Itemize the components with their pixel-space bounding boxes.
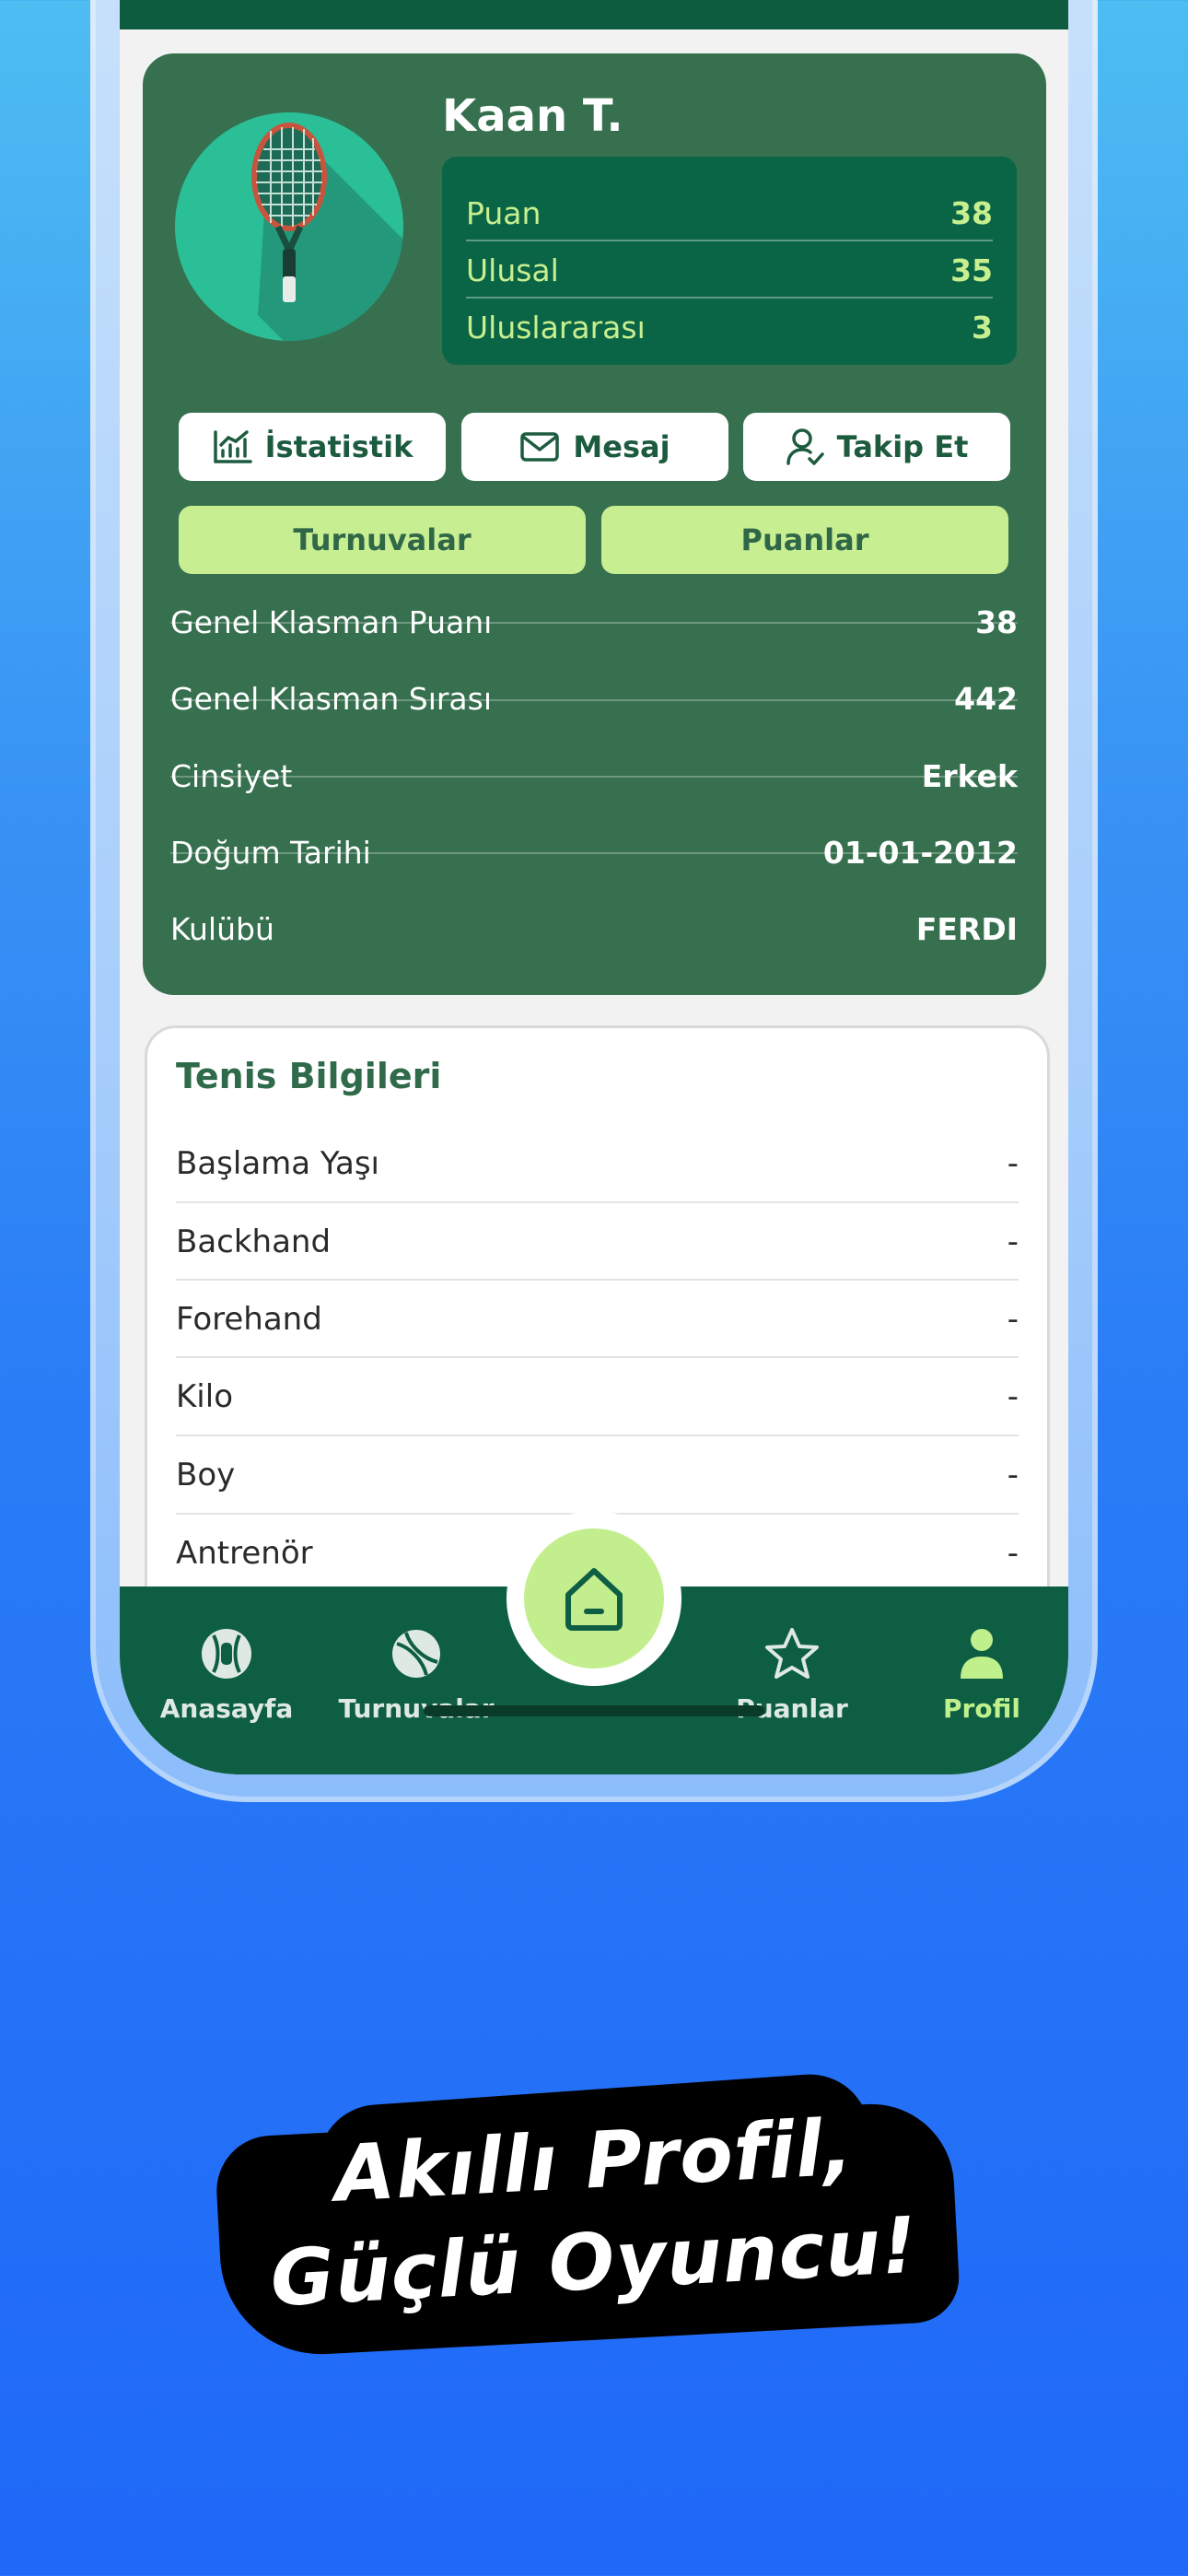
stat-label: Ulusal (466, 252, 559, 288)
player-name: Kaan T. (442, 90, 623, 142)
info-label: Kulübü (170, 910, 274, 947)
tab-points[interactable]: Puanlar (601, 506, 1008, 574)
statistics-button[interactable]: İstatistik (179, 413, 446, 481)
home-indicator (424, 1705, 764, 1716)
stat-row-international: Uluslararası 3 (466, 299, 993, 356)
player-avatar (175, 112, 403, 341)
tennis-label: Boy (176, 1457, 236, 1493)
divider (170, 776, 1018, 778)
tennis-row-height: Boy - (176, 1436, 1019, 1514)
info-label: Genel Klasman Sırası (170, 680, 493, 717)
stat-value: 35 (950, 252, 993, 288)
info-row-club: Kulübü FERDI (170, 891, 1018, 966)
tennis-label: Backhand (176, 1224, 332, 1260)
tennis-ball-icon (392, 1630, 440, 1678)
stat-label: Uluslararası (466, 309, 646, 345)
header-strip (120, 0, 1068, 29)
tennis-value: - (1007, 1301, 1019, 1338)
nav-profile[interactable]: Profil (890, 1587, 1068, 1724)
bar-chart-icon (213, 430, 252, 463)
profile-card: Kaan T. Puan 38 Ulusal 35 Uluslararası 3 (143, 53, 1046, 995)
tennis-label: Antrenör (176, 1535, 313, 1572)
info-value: 442 (954, 680, 1018, 717)
follow-label: Takip Et (836, 429, 969, 464)
divider (170, 622, 1018, 624)
tagline: Akıllı Profil, Güçlü Oyuncu! (0, 2070, 1188, 2359)
tennis-ball-trophy-icon (202, 1629, 251, 1679)
tennis-value: - (1007, 1378, 1019, 1415)
tennis-row-forehand: Forehand - (176, 1281, 1019, 1358)
nav-home-label: Anasayfa (159, 1693, 294, 1724)
tennis-row-weight: Kilo - (176, 1358, 1019, 1435)
tennis-row-backhand: Backhand - (176, 1203, 1019, 1281)
tennis-info-title: Tenis Bilgileri (176, 1056, 442, 1096)
message-label: Mesaj (573, 429, 670, 464)
tennis-value: - (1007, 1145, 1019, 1182)
stat-row-national: Ulusal 35 (466, 241, 993, 299)
tennis-label: Kilo (176, 1378, 233, 1415)
nav-points[interactable]: Puanlar (700, 1587, 884, 1724)
center-home-button-inner (524, 1528, 664, 1669)
envelope-icon (520, 432, 560, 462)
divider (170, 852, 1018, 854)
nav-tournaments[interactable]: Turnuvalar (324, 1587, 508, 1724)
center-home-button[interactable] (507, 1511, 681, 1686)
tennis-racket-icon (251, 123, 403, 341)
divider (170, 699, 1018, 701)
tennis-label: Başlama Yaşı (176, 1145, 379, 1182)
tab-tournaments[interactable]: Turnuvalar (179, 506, 586, 574)
message-button[interactable]: Mesaj (461, 413, 728, 481)
tennis-value: - (1007, 1535, 1019, 1572)
stat-value: 38 (950, 194, 993, 231)
nav-home[interactable]: Anasayfa (134, 1587, 319, 1724)
person-icon (961, 1629, 1003, 1679)
info-row-overall-rank: Genel Klasman Sırası 442 (170, 661, 1018, 736)
stat-value: 3 (972, 309, 993, 345)
stat-row-points: Puan 38 (466, 184, 993, 241)
stat-label: Puan (466, 194, 542, 231)
star-icon (765, 1628, 819, 1679)
points-summary-box: Puan 38 Ulusal 35 Uluslararası 3 (442, 157, 1017, 365)
tennis-row-start-age: Başlama Yaşı - (176, 1125, 1019, 1202)
nav-profile-label: Profil (943, 1693, 1020, 1724)
user-check-icon (786, 428, 824, 465)
house-icon (565, 1568, 623, 1631)
statistics-label: İstatistik (264, 429, 413, 464)
info-value: FERDI (915, 910, 1018, 947)
tennis-value: - (1007, 1457, 1019, 1493)
phone-screen: Kaan T. Puan 38 Ulusal 35 Uluslararası 3 (120, 0, 1068, 1774)
follow-button[interactable]: Takip Et (743, 413, 1010, 481)
tennis-value: - (1007, 1224, 1019, 1260)
tennis-label: Forehand (176, 1301, 322, 1338)
